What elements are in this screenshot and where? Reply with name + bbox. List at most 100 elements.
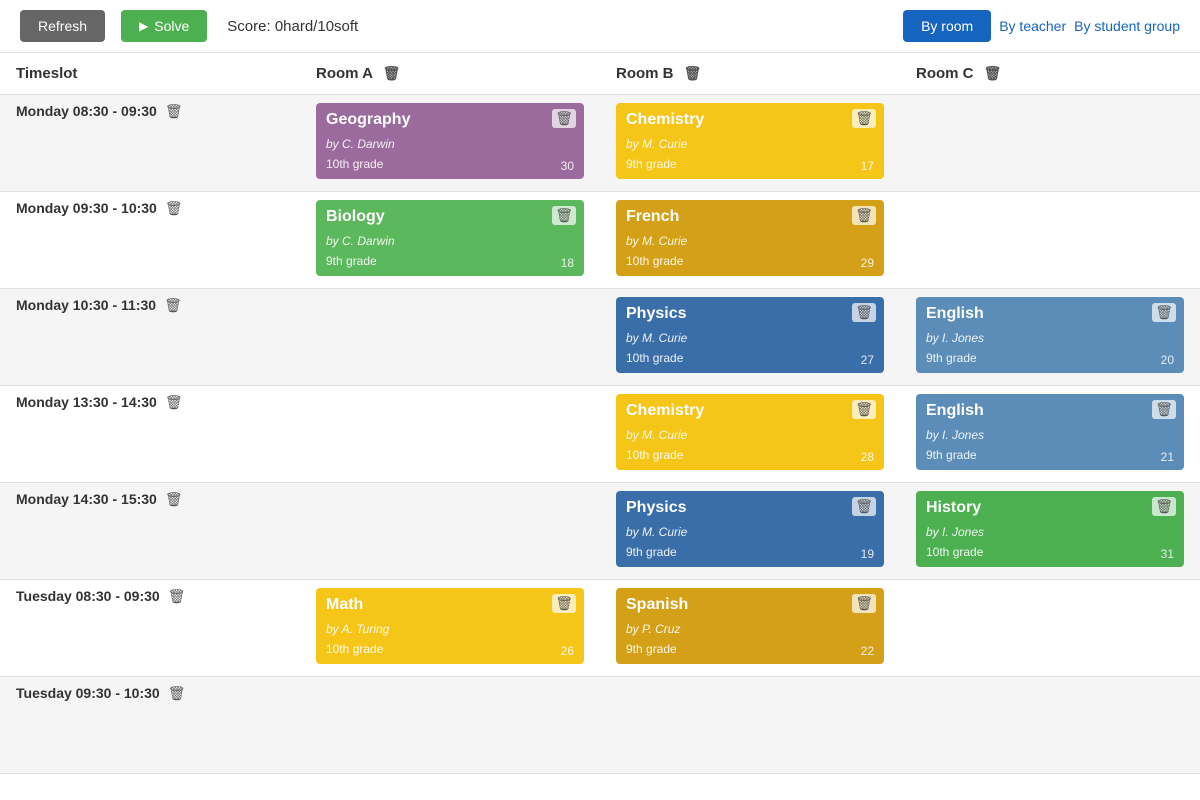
card-delete-icon[interactable]: 🗑 bbox=[852, 400, 876, 419]
lesson-cell bbox=[300, 386, 600, 483]
table-row: Monday 09:30 - 10:30🗑🗑Biologyby C. Darwi… bbox=[0, 192, 1200, 289]
lesson-count: 30 bbox=[561, 159, 574, 173]
timeslot-delete-icon[interactable]: 🗑 bbox=[168, 685, 186, 701]
card-delete-icon[interactable]: 🗑 bbox=[852, 497, 876, 516]
lesson-card: 🗑Spanishby P. Cruz9th grade22 bbox=[616, 588, 884, 664]
lesson-card: 🗑Chemistryby M. Curie10th grade28 bbox=[616, 394, 884, 470]
lesson-cell: 🗑Englishby I. Jones9th grade21 bbox=[900, 386, 1200, 483]
lesson-card: 🗑Historyby I. Jones10th grade31 bbox=[916, 491, 1184, 567]
lesson-teacher: by M. Curie bbox=[626, 331, 874, 345]
lesson-grade: 9th grade bbox=[926, 351, 1174, 365]
lesson-subject: Spanish bbox=[626, 596, 874, 614]
lesson-count: 17 bbox=[861, 159, 874, 173]
timeslot-cell: Monday 10:30 - 11:30🗑 bbox=[0, 289, 300, 386]
card-delete-icon[interactable]: 🗑 bbox=[852, 303, 876, 322]
card-delete-icon[interactable]: 🗑 bbox=[1152, 400, 1176, 419]
timeslot-cell: Tuesday 08:30 - 09:30 🗑 bbox=[0, 580, 300, 677]
lesson-cell: 🗑Chemistryby M. Curie10th grade28 bbox=[600, 386, 900, 483]
lesson-subject: Physics bbox=[626, 499, 874, 517]
lesson-teacher: by M. Curie bbox=[626, 234, 874, 248]
card-delete-icon[interactable]: 🗑 bbox=[852, 594, 876, 613]
lesson-grade: 10th grade bbox=[926, 545, 1174, 559]
table-row: Monday 10:30 - 11:30🗑🗑Physicsby M. Curie… bbox=[0, 289, 1200, 386]
lesson-subject: Chemistry bbox=[626, 402, 874, 420]
timeslot-delete-icon[interactable]: 🗑 bbox=[165, 103, 183, 119]
lesson-subject: Biology bbox=[326, 208, 574, 226]
timeslot-cell: Tuesday 09:30 - 10:30 🗑 bbox=[0, 677, 300, 774]
lesson-teacher: by M. Curie bbox=[626, 137, 874, 151]
timeslot-delete-icon[interactable]: 🗑 bbox=[165, 200, 183, 216]
lesson-count: 19 bbox=[861, 547, 874, 561]
timeslot-label: Monday 09:30 - 10:30 bbox=[16, 200, 157, 216]
room-a-delete-icon[interactable]: 🗑 bbox=[383, 65, 401, 81]
lesson-cell bbox=[900, 192, 1200, 289]
lesson-count: 28 bbox=[861, 450, 874, 464]
table-row: Tuesday 09:30 - 10:30 🗑 bbox=[0, 677, 1200, 774]
lesson-card: 🗑French by M. Curie 10th grade29 bbox=[616, 200, 884, 276]
lesson-count: 22 bbox=[861, 644, 874, 658]
lesson-subject: French bbox=[626, 208, 874, 226]
solve-button[interactable]: Solve bbox=[121, 10, 207, 42]
lesson-teacher: by A. Turing bbox=[326, 622, 574, 636]
view-by-teacher-button[interactable]: By teacher bbox=[999, 18, 1066, 34]
view-toggle: By room By teacher By student group bbox=[903, 10, 1180, 42]
lesson-subject: English bbox=[926, 305, 1174, 323]
lesson-teacher: by I. Jones bbox=[926, 428, 1174, 442]
room-c-delete-icon[interactable]: 🗑 bbox=[984, 65, 1002, 81]
room-b-header: Room B 🗑 bbox=[600, 53, 900, 95]
timeslot-delete-icon[interactable]: 🗑 bbox=[165, 491, 183, 507]
refresh-button[interactable]: Refresh bbox=[20, 10, 105, 42]
card-delete-icon[interactable]: 🗑 bbox=[552, 206, 576, 225]
lesson-grade: 9th grade bbox=[626, 545, 874, 559]
lesson-card: 🗑Englishby I. Jones9th grade20 bbox=[916, 297, 1184, 373]
lesson-card: 🗑Biologyby C. Darwin9th grade18 bbox=[316, 200, 584, 276]
lesson-cell bbox=[300, 289, 600, 386]
view-by-group-button[interactable]: By student group bbox=[1074, 18, 1180, 34]
lesson-cell: 🗑Mathby A. Turing10th grade26 bbox=[300, 580, 600, 677]
card-delete-icon[interactable]: 🗑 bbox=[552, 109, 576, 128]
timeslot-cell: Monday 08:30 - 09:30 🗑 bbox=[0, 95, 300, 192]
lesson-card: 🗑Physicsby M. Curie9th grade19 bbox=[616, 491, 884, 567]
score-display: Score: 0hard/10soft bbox=[227, 18, 358, 35]
lesson-cell: 🗑Physicsby M. Curie9th grade19 bbox=[600, 483, 900, 580]
lesson-grade: 10th grade bbox=[626, 351, 874, 365]
timeslot-label: Monday 13:30 - 14:30 bbox=[16, 394, 157, 410]
timeslot-cell: Monday 14:30 - 15:30🗑 bbox=[0, 483, 300, 580]
lesson-cell: 🗑Biologyby C. Darwin9th grade18 bbox=[300, 192, 600, 289]
timeslot-label: Monday 08:30 - 09:30 bbox=[16, 103, 157, 119]
card-delete-icon[interactable]: 🗑 bbox=[1152, 303, 1176, 322]
lesson-cell: 🗑French by M. Curie 10th grade29 bbox=[600, 192, 900, 289]
lesson-grade: 9th grade bbox=[926, 448, 1174, 462]
lesson-grade: 10th grade bbox=[626, 254, 874, 268]
timeslot-delete-icon[interactable]: 🗑 bbox=[168, 588, 186, 604]
lesson-cell: 🗑Englishby I. Jones9th grade20 bbox=[900, 289, 1200, 386]
view-by-room-button[interactable]: By room bbox=[903, 10, 991, 42]
room-b-delete-icon[interactable]: 🗑 bbox=[684, 65, 702, 81]
lesson-grade: 10th grade bbox=[626, 448, 874, 462]
timeslot-label: Tuesday 09:30 - 10:30 bbox=[16, 685, 160, 701]
lesson-count: 21 bbox=[1161, 450, 1174, 464]
lesson-count: 29 bbox=[861, 256, 874, 270]
card-delete-icon[interactable]: 🗑 bbox=[552, 594, 576, 613]
timeslot-delete-icon[interactable]: 🗑 bbox=[164, 297, 182, 313]
lesson-teacher: by C. Darwin bbox=[326, 234, 574, 248]
timeslot-delete-icon[interactable]: 🗑 bbox=[165, 394, 183, 410]
lesson-card: 🗑Mathby A. Turing10th grade26 bbox=[316, 588, 584, 664]
lesson-cell: 🗑Physicsby M. Curie10th grade27 bbox=[600, 289, 900, 386]
timeslot-cell: Monday 13:30 - 14:30 🗑 bbox=[0, 386, 300, 483]
table-row: Tuesday 08:30 - 09:30🗑🗑Mathby A. Turing1… bbox=[0, 580, 1200, 677]
card-delete-icon[interactable]: 🗑 bbox=[852, 109, 876, 128]
timeslot-cell: Monday 09:30 - 10:30 🗑 bbox=[0, 192, 300, 289]
timeslot-label: Tuesday 08:30 - 09:30 bbox=[16, 588, 160, 604]
lesson-card: 🗑Englishby I. Jones9th grade21 bbox=[916, 394, 1184, 470]
card-delete-icon[interactable]: 🗑 bbox=[852, 206, 876, 225]
lesson-subject: Geography bbox=[326, 111, 574, 129]
lesson-teacher: by I. Jones bbox=[926, 331, 1174, 345]
lesson-card: 🗑Chemistryby M. Curie9th grade17 bbox=[616, 103, 884, 179]
lesson-card: 🗑Physicsby M. Curie10th grade27 bbox=[616, 297, 884, 373]
lesson-cell bbox=[900, 580, 1200, 677]
lesson-cell: 🗑Geographyby C. Darwin10th grade30 bbox=[300, 95, 600, 192]
lesson-teacher: by P. Cruz bbox=[626, 622, 874, 636]
lesson-subject: Math bbox=[326, 596, 574, 614]
card-delete-icon[interactable]: 🗑 bbox=[1152, 497, 1176, 516]
